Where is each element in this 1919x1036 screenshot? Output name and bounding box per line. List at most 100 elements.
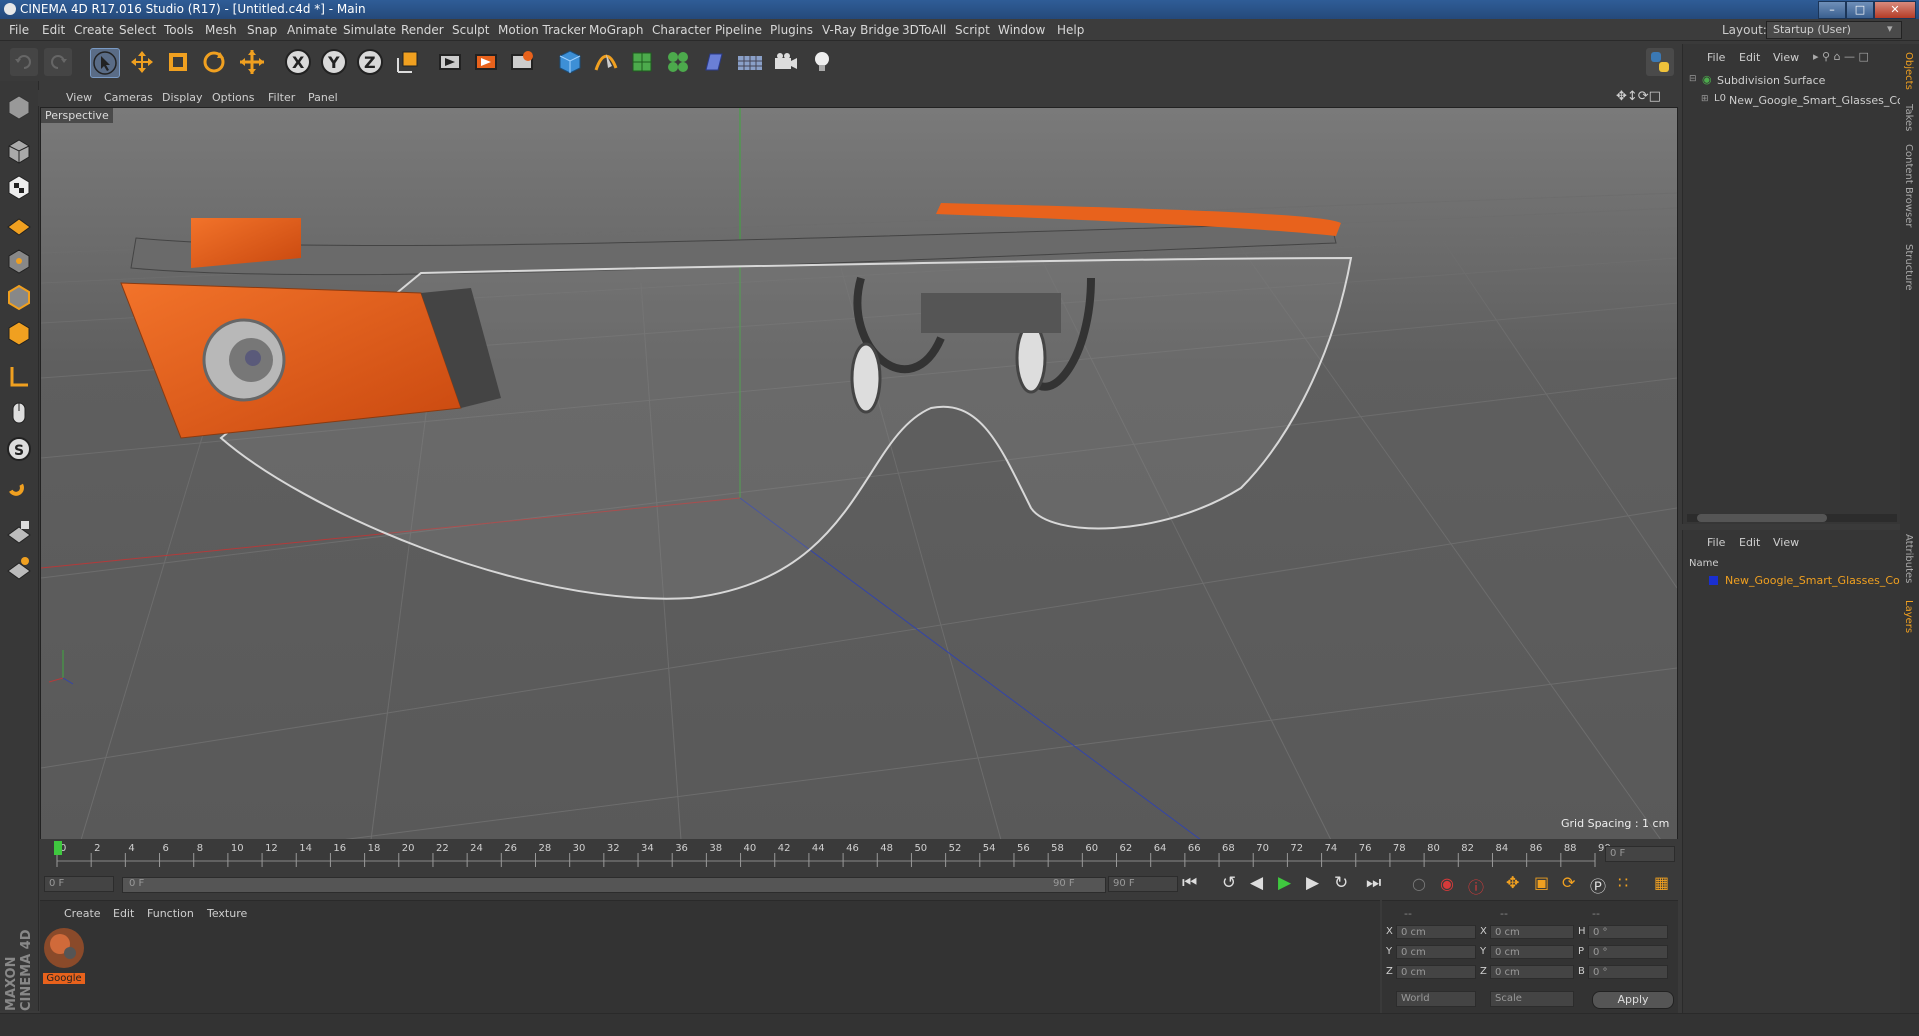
deformer-icon[interactable]: [700, 48, 728, 76]
size-z-field[interactable]: 0 cm: [1490, 965, 1574, 979]
viewport-menu-filter[interactable]: Filter: [268, 91, 295, 104]
layer-color-swatch[interactable]: [1709, 576, 1718, 585]
menu-select[interactable]: Select: [119, 23, 156, 37]
make-editable-icon[interactable]: [6, 93, 32, 121]
scale-icon[interactable]: [164, 48, 192, 76]
viewport-menu-view[interactable]: View: [66, 91, 92, 104]
key-scale-icon[interactable]: ▣: [1534, 873, 1549, 892]
material-menu-function[interactable]: Function: [147, 907, 194, 920]
floor-icon[interactable]: [736, 48, 764, 76]
axis-mode-icon[interactable]: [6, 363, 32, 391]
previous-keyframe-icon[interactable]: ↺: [1222, 873, 1236, 893]
objects-menu-view[interactable]: View: [1773, 51, 1799, 64]
subdivision-icon[interactable]: [628, 48, 656, 76]
object-row[interactable]: ⊞ L0 New_Google_Smart_Glasses_Cor: [1683, 92, 1908, 110]
start-frame-field[interactable]: 0 F: [44, 876, 114, 892]
menu-snap[interactable]: Snap: [247, 23, 277, 37]
timeline-window-icon[interactable]: ▦: [1654, 873, 1669, 892]
material-menu-edit[interactable]: Edit: [113, 907, 134, 920]
menu-motion-tracker[interactable]: Motion Tracker: [498, 23, 586, 37]
x-axis-icon[interactable]: X: [284, 48, 312, 76]
material-menu-create[interactable]: Create: [64, 907, 101, 920]
viewport-menu-display[interactable]: Display: [162, 91, 203, 104]
go-to-end-icon[interactable]: ⏭: [1366, 873, 1381, 893]
objects-menu-edit[interactable]: Edit: [1739, 51, 1760, 64]
tab-objects[interactable]: Objects: [1903, 52, 1914, 90]
position-x-field[interactable]: 0 cm: [1396, 925, 1476, 939]
tweak-mode-icon[interactable]: [6, 399, 32, 427]
menu-plugins[interactable]: Plugins: [770, 23, 813, 37]
render-picture-viewer-icon[interactable]: [472, 48, 500, 76]
menu-script[interactable]: Script: [955, 23, 990, 37]
size-x-field[interactable]: 0 cm: [1490, 925, 1574, 939]
size-y-field[interactable]: 0 cm: [1490, 945, 1574, 959]
timeline-ruler[interactable]: 0 2 4 6 8 10 12 14 16 18 20 22 24 26 28 30 32 34 36 38 40 42 4…: [40, 839, 1678, 869]
tab-layers[interactable]: Layers: [1903, 600, 1914, 633]
rotation-b-field[interactable]: 0 °: [1588, 965, 1668, 979]
tab-attributes[interactable]: Attributes: [1903, 534, 1914, 583]
python-icon[interactable]: [1646, 48, 1674, 76]
loop-icon[interactable]: ↻: [1334, 873, 1348, 893]
menu-edit[interactable]: Edit: [42, 23, 65, 37]
menu-sculpt[interactable]: Sculpt: [452, 23, 489, 37]
position-z-field[interactable]: 0 cm: [1396, 965, 1476, 979]
menu-mesh[interactable]: Mesh: [205, 23, 237, 37]
polygons-mode-icon[interactable]: [6, 319, 32, 347]
close-button[interactable]: ✕: [1874, 1, 1916, 19]
expand-icon[interactable]: ⊞: [1701, 94, 1709, 104]
menu-animate[interactable]: Animate: [287, 23, 337, 37]
menu-render[interactable]: Render: [401, 23, 444, 37]
magnet-icon[interactable]: [6, 479, 32, 507]
viewport-nav-icons[interactable]: ✥↕⟳□: [1616, 89, 1661, 104]
objects-scrollbar-thumb[interactable]: [1697, 514, 1827, 522]
minimize-button[interactable]: –: [1818, 1, 1846, 19]
position-y-field[interactable]: 0 cm: [1396, 945, 1476, 959]
objects-toolbar-icons[interactable]: ▸ ⚲ ⌂ — □: [1813, 50, 1869, 63]
model-mode-icon[interactable]: [6, 137, 32, 165]
layers-menu-view[interactable]: View: [1773, 536, 1799, 549]
cube-primitive-icon[interactable]: [556, 48, 584, 76]
menu-simulate[interactable]: Simulate: [343, 23, 396, 37]
tab-structure[interactable]: Structure: [1903, 244, 1914, 291]
current-frame-field[interactable]: 0 F: [1605, 846, 1675, 862]
key-pla-icon[interactable]: ∷: [1618, 873, 1628, 892]
autokey-icon[interactable]: ⓘ: [1468, 874, 1484, 898]
rotation-p-field[interactable]: 0 °: [1588, 945, 1668, 959]
rotation-h-field[interactable]: 0 °: [1588, 925, 1668, 939]
key-parameter-icon[interactable]: Ⓟ: [1590, 873, 1606, 897]
objects-menu-file[interactable]: File: [1707, 51, 1725, 64]
menu-file[interactable]: File: [9, 23, 29, 37]
object-row[interactable]: ⊟ ◉ Subdivision Surface: [1683, 72, 1901, 90]
viewport[interactable]: Perspective Grid Spacing : 1 cm: [40, 107, 1678, 841]
redo-icon[interactable]: [44, 48, 72, 76]
layers-menu-file[interactable]: File: [1707, 536, 1725, 549]
menu-window[interactable]: Window: [998, 23, 1045, 37]
snapping-icon[interactable]: S: [6, 435, 32, 463]
transform-icon[interactable]: [238, 48, 266, 76]
keyframe-lock-icon[interactable]: ○: [1412, 874, 1426, 893]
key-position-icon[interactable]: ✥: [1506, 873, 1519, 892]
layers-menu-edit[interactable]: Edit: [1739, 536, 1760, 549]
edges-mode-icon[interactable]: [6, 283, 32, 311]
lock-workplane-icon[interactable]: [6, 517, 32, 545]
objects-scrollbar[interactable]: [1687, 514, 1897, 522]
key-rotation-icon[interactable]: ⟳: [1562, 873, 1575, 892]
layout-dropdown[interactable]: Startup (User) ▾: [1766, 21, 1902, 39]
material-swatch[interactable]: Google: [43, 927, 85, 985]
coordinate-system-icon[interactable]: [394, 48, 422, 76]
apply-button[interactable]: Apply: [1592, 991, 1674, 1009]
record-icon[interactable]: ◉: [1440, 874, 1454, 893]
viewport-menu-cameras[interactable]: Cameras: [104, 91, 153, 104]
points-mode-icon[interactable]: [6, 247, 32, 275]
menu-mograph[interactable]: MoGraph: [589, 23, 644, 37]
menu-character[interactable]: Character: [652, 23, 711, 37]
pen-spline-icon[interactable]: [592, 48, 620, 76]
workplane-icon[interactable]: [6, 209, 32, 237]
menu-tools[interactable]: Tools: [164, 23, 194, 37]
planar-workplane-icon[interactable]: [6, 553, 32, 581]
timeline[interactable]: 0 2 4 6 8 10 12 14 16 18 20 22 24 26 28 30 32 34 36 38 40 42 4…: [40, 839, 1678, 869]
cloner-icon[interactable]: [664, 48, 692, 76]
playhead[interactable]: [54, 841, 62, 855]
expand-icon[interactable]: ⊟: [1689, 74, 1697, 84]
undo-icon[interactable]: [10, 48, 38, 76]
